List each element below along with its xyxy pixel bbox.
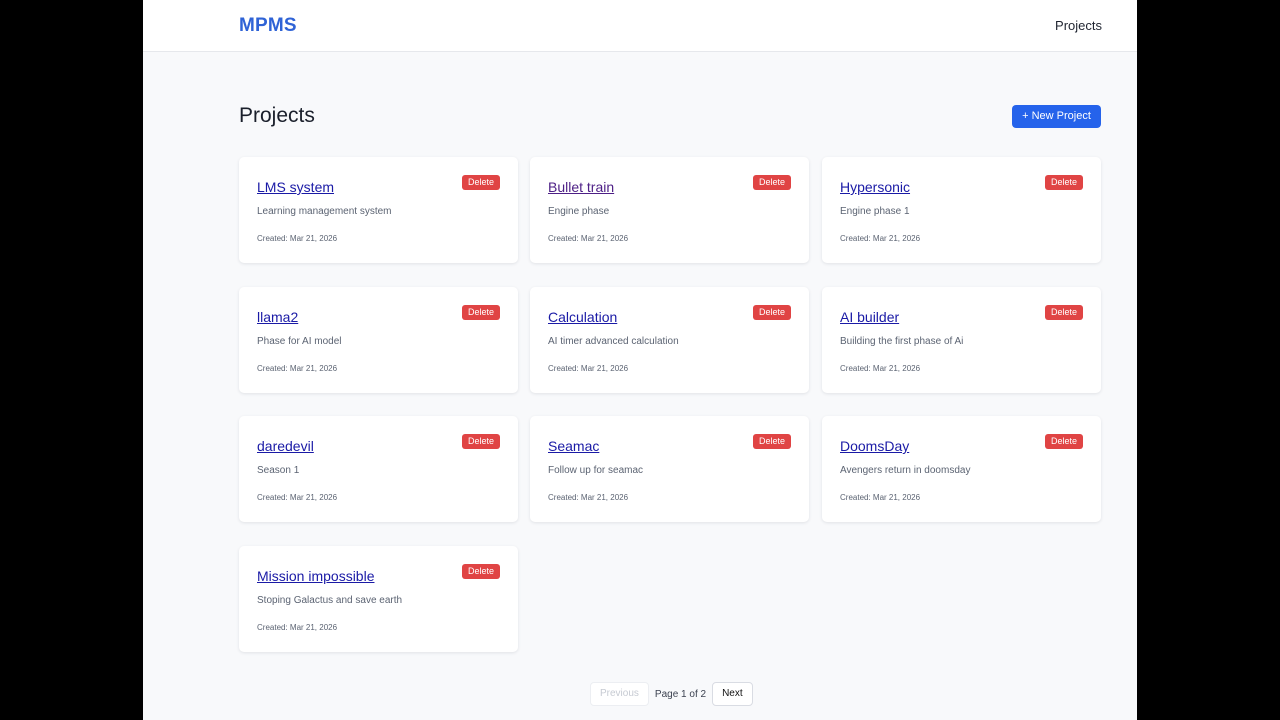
app-frame: MPMS Projects Projects + New Project LMS… [143, 0, 1137, 720]
project-description: Stoping Galactus and save earth [257, 595, 403, 606]
delete-project-button[interactable]: Delete [1045, 434, 1083, 449]
project-card: daredevil Delete Season 1 Created: Mar 2… [239, 416, 518, 522]
previous-page-button[interactable]: Previous [590, 682, 649, 706]
delete-project-button[interactable]: Delete [753, 434, 791, 449]
project-title-link[interactable]: Seamac [548, 438, 599, 454]
project-card: Bullet train Delete Engine phase Created… [530, 157, 809, 263]
delete-project-button[interactable]: Delete [753, 175, 791, 190]
next-page-button[interactable]: Next [712, 682, 753, 706]
brand-logo[interactable]: MPMS [239, 15, 297, 37]
project-card: DoomsDay Delete Avengers return in dooms… [822, 416, 1101, 522]
project-created-date: Created: Mar 21, 2026 [257, 364, 338, 373]
project-created-date: Created: Mar 21, 2026 [257, 623, 338, 632]
project-description: Follow up for seamac [548, 465, 644, 476]
new-project-button[interactable]: + New Project [1012, 105, 1101, 128]
project-created-date: Created: Mar 21, 2026 [840, 493, 921, 502]
project-description: AI timer advanced calculation [548, 336, 679, 347]
project-title-link[interactable]: Bullet train [548, 179, 614, 195]
project-card: LMS system Delete Learning management sy… [239, 157, 518, 263]
project-created-date: Created: Mar 21, 2026 [257, 234, 338, 243]
project-title-link[interactable]: DoomsDay [840, 438, 909, 454]
delete-project-button[interactable]: Delete [462, 434, 500, 449]
project-card: AI builder Delete Building the first pha… [822, 287, 1101, 393]
project-card: llama2 Delete Phase for AI model Created… [239, 287, 518, 393]
project-title-link[interactable]: Calculation [548, 309, 617, 325]
project-description: Phase for AI model [257, 336, 342, 347]
nav-link-projects[interactable]: Projects [1055, 18, 1102, 33]
project-created-date: Created: Mar 21, 2026 [840, 364, 921, 373]
project-card: Calculation Delete AI timer advanced cal… [530, 287, 809, 393]
project-title-link[interactable]: AI builder [840, 309, 899, 325]
page-title: Projects [239, 104, 315, 127]
delete-project-button[interactable]: Delete [1045, 175, 1083, 190]
project-card: Hypersonic Delete Engine phase 1 Created… [822, 157, 1101, 263]
project-created-date: Created: Mar 21, 2026 [257, 493, 338, 502]
project-created-date: Created: Mar 21, 2026 [548, 493, 629, 502]
project-title-link[interactable]: LMS system [257, 179, 334, 195]
project-card: Seamac Delete Follow up for seamac Creat… [530, 416, 809, 522]
delete-project-button[interactable]: Delete [753, 305, 791, 320]
project-created-date: Created: Mar 21, 2026 [548, 234, 629, 243]
project-description: Learning management system [257, 206, 392, 217]
pagination: Previous Page 1 of 2 Next [590, 682, 753, 706]
page-indicator: Page 1 of 2 [654, 688, 707, 700]
project-title-link[interactable]: Mission impossible [257, 568, 374, 584]
project-created-date: Created: Mar 21, 2026 [548, 364, 629, 373]
project-description: Season 1 [257, 465, 300, 476]
navbar: MPMS Projects [143, 0, 1137, 52]
project-description: Building the first phase of Ai [840, 336, 964, 347]
project-description: Engine phase [548, 206, 610, 217]
delete-project-button[interactable]: Delete [462, 305, 500, 320]
delete-project-button[interactable]: Delete [462, 175, 500, 190]
project-title-link[interactable]: llama2 [257, 309, 298, 325]
project-created-date: Created: Mar 21, 2026 [840, 234, 921, 243]
project-title-link[interactable]: Hypersonic [840, 179, 910, 195]
project-description: Engine phase 1 [840, 206, 910, 217]
delete-project-button[interactable]: Delete [462, 564, 500, 579]
project-description: Avengers return in doomsday [840, 465, 971, 476]
project-card: Mission impossible Delete Stoping Galact… [239, 546, 518, 652]
project-title-link[interactable]: daredevil [257, 438, 314, 454]
delete-project-button[interactable]: Delete [1045, 305, 1083, 320]
